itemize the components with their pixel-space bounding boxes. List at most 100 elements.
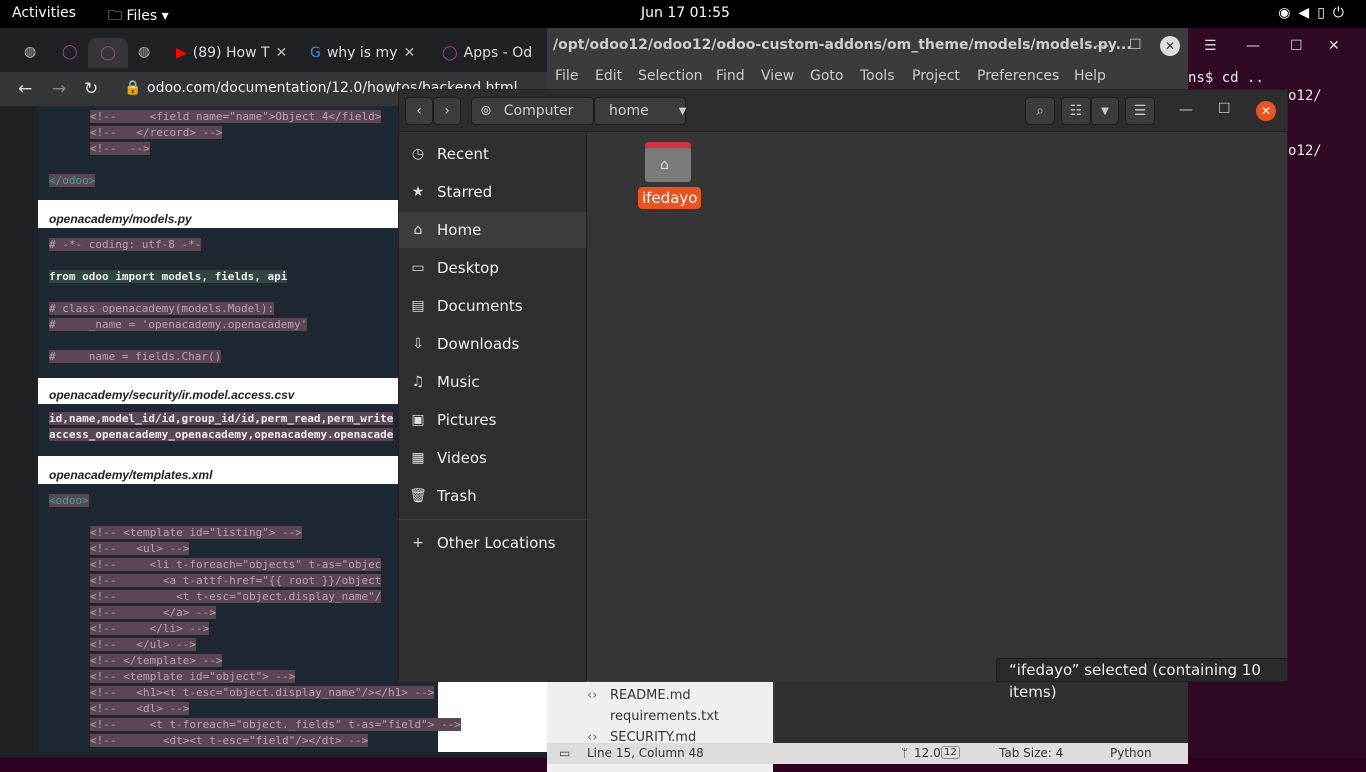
terminal-menu-icon[interactable]: ☰ (1204, 38, 1217, 54)
code-line: <!-- <dl> --> (90, 702, 190, 715)
file-caption: openacademy/templates.xml (49, 468, 213, 482)
tree-item[interactable]: requirements.txt (610, 709, 719, 724)
tab-label: Apps - Od (463, 45, 533, 61)
path-label: Computer (503, 103, 574, 119)
folder-label[interactable]: ifedayo (638, 187, 702, 209)
code-line: </odoo> (49, 174, 96, 187)
code-line: <!-- <li t-foreach="objects" t-as="objec (90, 558, 382, 571)
sidebar-item-music[interactable]: ♫ Music (399, 364, 586, 400)
tab-odoo-icon[interactable]: ◯ (62, 44, 78, 60)
app-menu-button[interactable]: 🗀 Files ▾ (108, 5, 169, 29)
code-line: <!-- </ul> --> (90, 638, 196, 651)
clock[interactable]: Jun 17 01:55 (641, 5, 730, 21)
google-icon: G (310, 45, 321, 61)
code-line: <!-- </li> --> (90, 622, 210, 635)
maximize-icon[interactable]: ☐ (1129, 37, 1142, 53)
tab-globe-icon[interactable]: ◍ (138, 44, 150, 60)
back-button[interactable]: ‹ (405, 97, 433, 125)
menu-help[interactable]: Help (1074, 68, 1106, 84)
code-line: <!-- </template> --> (90, 654, 223, 667)
close-tab-icon[interactable]: ✕ (403, 45, 415, 61)
menu-preferences[interactable]: Preferences (977, 68, 1059, 84)
hamburger-icon: ☰ (1133, 103, 1147, 119)
menu-tools[interactable]: Tools (860, 68, 895, 84)
sidebar-item-trash[interactable]: 🗑 Trash (399, 478, 586, 514)
top-bar: Activities 🗀 Files ▾ Jun 17 01:55 ◉◀▯⏻ (0, 0, 1366, 28)
menu-edit[interactable]: Edit (595, 68, 622, 84)
menu-selection[interactable]: Selection (638, 68, 703, 84)
minimize-icon[interactable]: — (1246, 38, 1260, 54)
file-view[interactable]: ⌂ ifedayo (588, 133, 1287, 682)
forward-button[interactable]: › (433, 97, 461, 125)
code-line: <!-- --> (90, 142, 150, 155)
file-caption: openacademy/models.py (49, 212, 192, 226)
reload-icon[interactable]: ↻ (84, 79, 98, 99)
code-line: <!-- <t t-foreach="object._fields" t-as=… (90, 718, 461, 731)
code-line: <!-- <a t-attf-href="{{ root }}/object (90, 574, 382, 587)
activities-button[interactable]: Activities (12, 5, 76, 21)
home-icon: ⌂ (413, 222, 423, 238)
code-line: <!-- <dt><t t-esc="field"/></dt> --> (90, 734, 369, 747)
git-branch[interactable]: 12.0 (914, 746, 941, 760)
folder-icon: 🗀 (108, 8, 127, 24)
editor-pane[interactable] (775, 680, 1188, 743)
close-icon[interactable]: ✕ (1256, 101, 1276, 121)
minimize-icon[interactable]: — (1179, 102, 1193, 118)
files-window[interactable]: ‹ › ⊚ Computer home ▼ ⌕ ☷ ▼ ☰ — ☐ ✕ ◷ Recen… (398, 89, 1288, 701)
header-bar: ‹ › ⊚ Computer home ▼ ⌕ ☷ ▼ ☰ — ☐ ✕ (399, 90, 1287, 132)
menu-project[interactable]: Project (912, 68, 960, 84)
file-icon: ‹› (587, 688, 598, 703)
tab-google[interactable]: Gwhy is my ✕ (310, 38, 415, 68)
tab-youtube[interactable]: ▶ (89) How T ✕ (176, 38, 287, 68)
sidebar-item-downloads[interactable]: ⇩ Downloads (399, 326, 586, 362)
sidebar-item-other-locations[interactable]: + Other Locations (399, 525, 586, 561)
panel-icon[interactable]: ▭ (559, 746, 570, 760)
tab-favicon-icon[interactable]: ◍ (24, 44, 36, 60)
code-line: <!-- <h1><t t-esc="object.display_name"/… (90, 686, 435, 699)
download-icon: ⇩ (412, 336, 424, 352)
tab-odoo-apps[interactable]: ◯ Apps - Od (442, 38, 532, 68)
sidebar-item-desktop[interactable]: ▭ Desktop (399, 250, 586, 286)
maximize-icon[interactable]: ☐ (1290, 38, 1303, 54)
code-line: <!-- <ul> --> (90, 542, 190, 555)
view-options-button[interactable]: ▼ (1091, 97, 1119, 125)
menu-goto[interactable]: Goto (810, 68, 843, 84)
minimize-icon[interactable]: — (1095, 38, 1109, 54)
close-icon[interactable]: ✕ (1328, 38, 1340, 54)
system-tray[interactable]: ◉◀▯⏻ (1278, 5, 1352, 21)
plus-icon: + (412, 535, 424, 551)
sidebar-item-documents[interactable]: ▤ Documents (399, 288, 586, 324)
view-list-button[interactable]: ☷ (1061, 97, 1091, 125)
close-icon[interactable]: ✕ (1160, 36, 1180, 56)
syntax-mode[interactable]: Python (1110, 746, 1152, 760)
menu-find[interactable]: Find (716, 68, 745, 84)
path-home[interactable]: home ▼ (594, 97, 686, 125)
search-button[interactable]: ⌕ (1025, 97, 1055, 125)
menu-view[interactable]: View (761, 68, 794, 84)
sidebar-label: Pictures (437, 411, 497, 429)
desktop-icon: ▭ (411, 260, 425, 276)
trash-icon: 🗑 (409, 488, 427, 504)
path-computer[interactable]: ⊚ Computer (471, 97, 594, 125)
sidebar-item-recent[interactable]: ◷ Recent (399, 136, 586, 172)
sidebar-item-home[interactable]: ⌂ Home (399, 212, 586, 248)
menu-button[interactable]: ☰ (1125, 97, 1155, 125)
terminal-line: o12/ (1288, 143, 1322, 159)
close-tab-icon[interactable]: ✕ (276, 45, 288, 61)
sidebar-item-starred[interactable]: ★ Starred (399, 174, 586, 210)
tab-size[interactable]: Tab Size: 4 (999, 746, 1063, 760)
code-line: id,name,model_id/id,group_id/id,perm_rea… (49, 412, 394, 425)
forward-icon[interactable]: → (52, 79, 66, 99)
tree-item[interactable]: README.md (610, 688, 691, 703)
file-caption: openacademy/security/ir.model.access.csv (49, 388, 295, 402)
back-icon[interactable]: ← (18, 79, 32, 99)
code-line: <!-- <template id="listing"> --> (90, 526, 302, 539)
maximize-icon[interactable]: ☐ (1218, 101, 1231, 117)
tab-label: why is my (326, 45, 398, 61)
tab-active[interactable]: ◯ (88, 38, 128, 68)
sidebar-item-pictures[interactable]: ▣ Pictures (399, 402, 586, 438)
menu-file[interactable]: File (555, 68, 578, 84)
sidebar-item-videos[interactable]: ▦ Videos (399, 440, 586, 476)
star-icon: ★ (411, 184, 425, 200)
home-folder-icon[interactable]: ⌂ (645, 142, 691, 182)
